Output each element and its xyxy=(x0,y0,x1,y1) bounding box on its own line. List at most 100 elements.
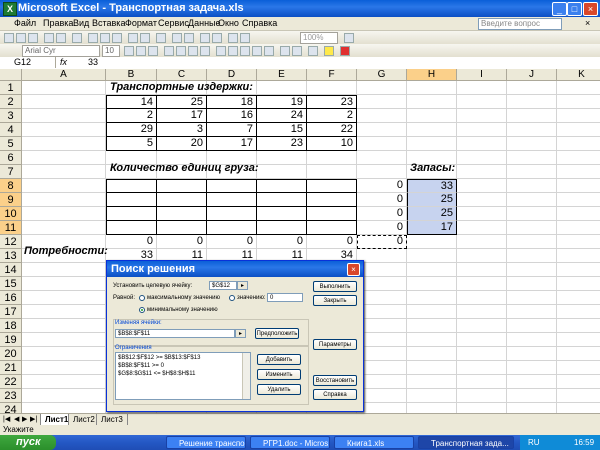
change-button[interactable]: Изменить xyxy=(257,369,301,380)
cell-H9[interactable]: 25 xyxy=(407,193,457,207)
underline-icon[interactable] xyxy=(148,46,158,56)
redo-icon[interactable] xyxy=(140,33,150,43)
cell-J17[interactable] xyxy=(507,305,557,319)
cell-D8[interactable] xyxy=(207,179,257,193)
row-header-16[interactable]: 16 xyxy=(0,291,22,305)
language-indicator[interactable]: RU xyxy=(528,435,540,450)
cell-I21[interactable] xyxy=(457,361,507,375)
cell-F10[interactable] xyxy=(307,207,357,221)
row-header-22[interactable]: 22 xyxy=(0,375,22,389)
row-header-14[interactable]: 14 xyxy=(0,263,22,277)
cell-K4[interactable] xyxy=(557,123,600,137)
row-header-18[interactable]: 18 xyxy=(0,319,22,333)
cell-J21[interactable] xyxy=(507,361,557,375)
task-button-1[interactable]: Решение транспо... xyxy=(166,436,246,449)
cell-F12[interactable]: 0 xyxy=(307,235,357,249)
cell-I12[interactable] xyxy=(457,235,507,249)
cell-E12[interactable]: 0 xyxy=(257,235,307,249)
cell-J8[interactable] xyxy=(507,179,557,193)
cell-G14[interactable] xyxy=(357,263,407,277)
select-all-corner[interactable] xyxy=(0,69,22,81)
cell-J16[interactable] xyxy=(507,291,557,305)
cell-G6[interactable] xyxy=(357,151,407,165)
cell-I14[interactable] xyxy=(457,263,507,277)
cell-E7[interactable] xyxy=(257,165,307,179)
close-workbook-icon[interactable]: × xyxy=(585,18,590,28)
cell-A9[interactable] xyxy=(22,193,106,207)
italic-icon[interactable] xyxy=(136,46,146,56)
cell-J10[interactable] xyxy=(507,207,557,221)
cell-D11[interactable] xyxy=(207,221,257,235)
cell-I11[interactable] xyxy=(457,221,507,235)
column-header-J[interactable]: J xyxy=(507,69,557,81)
constraints-scrollbar[interactable] xyxy=(242,353,250,399)
constraint-item-3[interactable]: $G$8:$G$11 <= $H$8:$H$11 xyxy=(118,371,196,377)
cell-G23[interactable] xyxy=(357,389,407,403)
cell-A14[interactable] xyxy=(22,263,106,277)
cell-F3[interactable]: 2 xyxy=(307,109,357,123)
decrease-indent-icon[interactable] xyxy=(280,46,290,56)
cell-I10[interactable] xyxy=(457,207,507,221)
increase-indent-icon[interactable] xyxy=(292,46,302,56)
save-icon[interactable] xyxy=(28,33,38,43)
borders-icon[interactable] xyxy=(308,46,318,56)
menu-edit[interactable]: Правка xyxy=(43,18,73,28)
function-icon[interactable] xyxy=(184,33,194,43)
cell-J19[interactable] xyxy=(507,333,557,347)
menu-tools[interactable]: Сервис xyxy=(158,18,189,28)
cell-K12[interactable] xyxy=(557,235,600,249)
cell-D12[interactable]: 0 xyxy=(207,235,257,249)
cell-K16[interactable] xyxy=(557,291,600,305)
cell-J14[interactable] xyxy=(507,263,557,277)
cell-K19[interactable] xyxy=(557,333,600,347)
cell-A22[interactable] xyxy=(22,375,106,389)
cell-E4[interactable]: 15 xyxy=(257,123,307,137)
fill-color-icon[interactable] xyxy=(324,46,334,56)
row-header-6[interactable]: 6 xyxy=(0,151,22,165)
column-header-G[interactable]: G xyxy=(357,69,407,81)
cell-K17[interactable] xyxy=(557,305,600,319)
align-right-icon[interactable] xyxy=(188,46,198,56)
cell-F1[interactable] xyxy=(307,81,357,95)
cell-A17[interactable] xyxy=(22,305,106,319)
constraints-list[interactable]: $B$12:$F$12 >= $B$13:$F$13 $B$8:$F$11 >=… xyxy=(115,352,251,400)
cell-H11[interactable]: 17 xyxy=(407,221,457,235)
cell-G8[interactable]: 0 xyxy=(357,179,407,193)
cell-G18[interactable] xyxy=(357,319,407,333)
cell-F5[interactable]: 10 xyxy=(307,137,357,151)
row-header-23[interactable]: 23 xyxy=(0,389,22,403)
cell-H22[interactable] xyxy=(407,375,457,389)
cell-H15[interactable] xyxy=(407,277,457,291)
cell-F4[interactable]: 22 xyxy=(307,123,357,137)
row-header-21[interactable]: 21 xyxy=(0,361,22,375)
cell-A16[interactable] xyxy=(22,291,106,305)
cell-K18[interactable] xyxy=(557,319,600,333)
add-button[interactable]: Добавить xyxy=(257,354,301,365)
cell-I9[interactable] xyxy=(457,193,507,207)
target-cell-input[interactable]: $G$12 xyxy=(209,281,237,290)
print-icon[interactable] xyxy=(44,33,54,43)
cell-I20[interactable] xyxy=(457,347,507,361)
comma-icon[interactable] xyxy=(240,46,250,56)
cell-K6[interactable] xyxy=(557,151,600,165)
options-button[interactable]: Параметры xyxy=(313,339,357,350)
open-icon[interactable] xyxy=(16,33,26,43)
row-header-4[interactable]: 4 xyxy=(0,123,22,137)
cell-H4[interactable] xyxy=(407,123,457,137)
close-dialog-button[interactable]: Закрыть xyxy=(313,295,357,306)
cell-K24[interactable] xyxy=(557,403,600,413)
column-header-D[interactable]: D xyxy=(207,69,257,81)
font-color-icon[interactable] xyxy=(340,46,350,56)
cell-K9[interactable] xyxy=(557,193,600,207)
dialog-close-button[interactable]: × xyxy=(347,263,360,276)
cell-H2[interactable] xyxy=(407,95,457,109)
paste-icon[interactable] xyxy=(112,33,122,43)
cell-K11[interactable] xyxy=(557,221,600,235)
undo-icon[interactable] xyxy=(128,33,138,43)
cell-H13[interactable] xyxy=(407,249,457,263)
cell-C5[interactable]: 20 xyxy=(157,137,207,151)
cell-A3[interactable] xyxy=(22,109,106,123)
cell-G4[interactable] xyxy=(357,123,407,137)
cell-G1[interactable] xyxy=(357,81,407,95)
cell-A15[interactable] xyxy=(22,277,106,291)
